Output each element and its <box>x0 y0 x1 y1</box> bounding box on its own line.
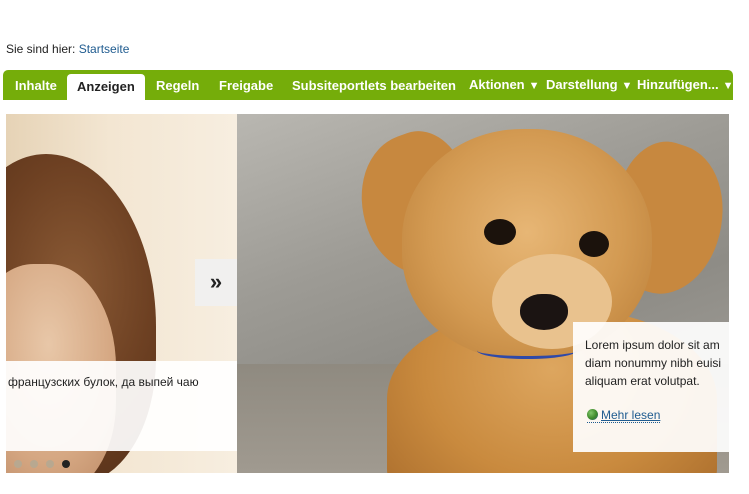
slide-previous: французских булок, да выпей чаю » <box>6 114 237 473</box>
caption-line: diam nonummy nibh euisi <box>585 356 722 370</box>
menu-darstellung-label: Darstellung <box>546 77 618 92</box>
globe-icon <box>587 409 598 420</box>
slide-caption-text: французских булок, да выпей чаю <box>8 375 199 389</box>
image-slider: французских булок, да выпей чаю » Lorem … <box>6 114 729 473</box>
menu-aktionen[interactable]: Aktionen ▼ <box>469 70 540 100</box>
read-more-label: Mehr lesen <box>601 408 661 422</box>
next-slide-button[interactable]: » <box>195 259 237 306</box>
caption-line: Lorem ipsum dolor sit am <box>585 338 720 352</box>
read-more-link[interactable]: Mehr lesen <box>587 408 661 423</box>
chevron-down-icon: ▼ <box>621 80 633 92</box>
menu-hinzufuegen-label: Hinzufügen... <box>637 77 719 92</box>
caption-line: aliquam erat volutpat. <box>585 374 700 388</box>
breadcrumb: Sie sind hier: Startseite <box>6 42 129 56</box>
slide-caption-text-current: Lorem ipsum dolor sit am diam nonummy ni… <box>585 336 729 390</box>
slider-dot[interactable] <box>30 460 38 468</box>
slide-image-puppy-nose <box>520 294 568 330</box>
tab-inhalte[interactable]: Inhalte <box>15 70 57 100</box>
slider-dot[interactable] <box>14 460 22 468</box>
slide-image-puppy-eye <box>484 219 516 245</box>
menu-hinzufuegen[interactable]: Hinzufügen... ▼ <box>637 70 734 100</box>
breadcrumb-prefix: Sie sind hier: <box>6 42 76 56</box>
menu-darstellung[interactable]: Darstellung ▼ <box>546 70 632 100</box>
breadcrumb-home-link[interactable]: Startseite <box>79 42 130 56</box>
chevron-down-icon: ▼ <box>722 80 734 92</box>
slide-caption-box: французских булок, да выпей чаю <box>6 361 237 451</box>
slide-caption-box-current: Lorem ipsum dolor sit am diam nonummy ni… <box>573 322 729 452</box>
slider-dot[interactable] <box>46 460 54 468</box>
slide-image-puppy-eye <box>579 231 609 257</box>
tab-regeln[interactable]: Regeln <box>156 70 199 100</box>
slider-dot-active[interactable] <box>62 460 70 468</box>
tab-anzeigen[interactable]: Anzeigen <box>67 74 145 100</box>
edit-toolbar: Inhalte Anzeigen Regeln Freigabe Subsite… <box>3 70 734 100</box>
tab-subsiteportlets[interactable]: Subsiteportlets bearbeiten <box>292 70 456 100</box>
chevron-down-icon: ▼ <box>528 80 540 92</box>
menu-aktionen-label: Aktionen <box>469 77 525 92</box>
slide-image-puppy-collar <box>477 342 577 359</box>
tab-freigabe[interactable]: Freigabe <box>219 70 273 100</box>
